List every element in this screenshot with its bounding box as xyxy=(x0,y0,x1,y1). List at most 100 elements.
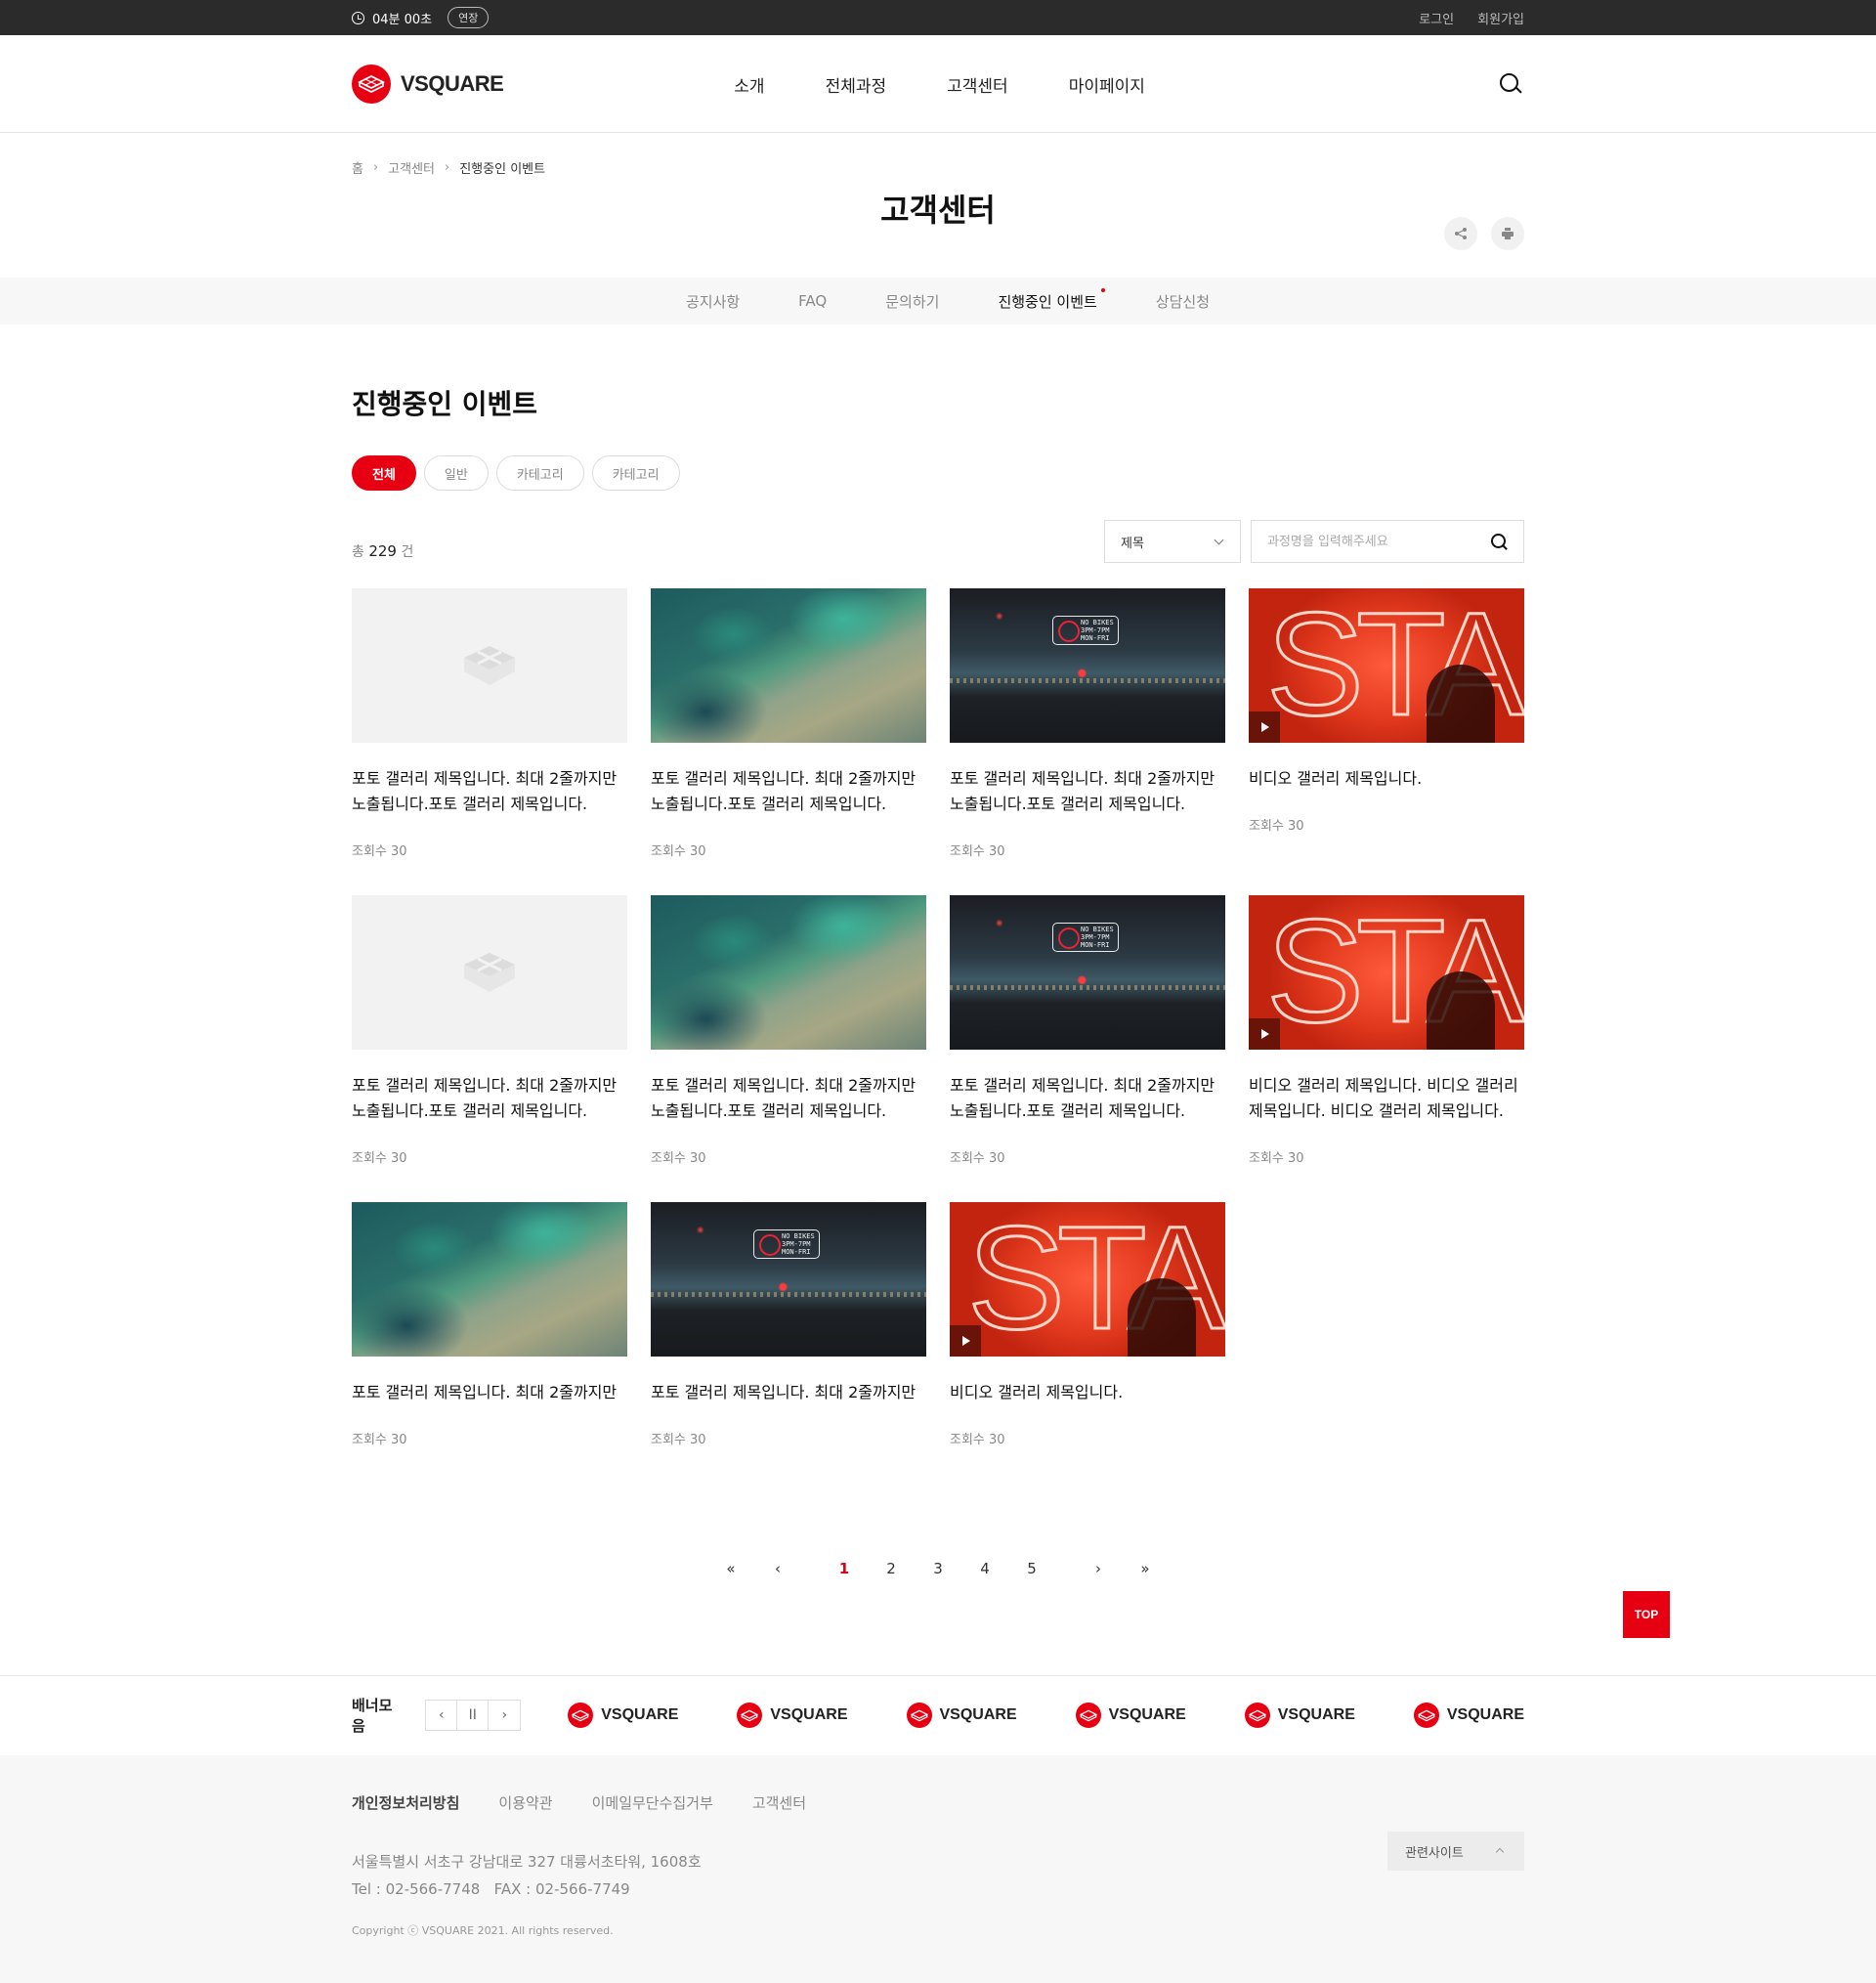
page-1[interactable]: 1 xyxy=(821,1560,868,1577)
banner-pause-button[interactable]: II xyxy=(457,1701,490,1730)
tab-inquiry[interactable]: 문의하기 xyxy=(885,291,939,312)
card-title[interactable]: 비디오 갤러리 제목입니다. 비디오 갤러리 제목입니다. 비디오 갤러리 제목… xyxy=(1249,1073,1524,1124)
footer-link-support[interactable]: 고객센터 xyxy=(752,1792,806,1813)
banner-logo-text: VSQUARE xyxy=(1446,1706,1524,1723)
event-card[interactable]: NO BIKES 3PM-7PM MON-FRI 포토 갤러리 제목입니다. 최대… xyxy=(651,1202,926,1509)
page-5[interactable]: 5 xyxy=(1008,1560,1055,1577)
card-thumbnail[interactable]: NO BIKES 3PM-7PM MON-FRI xyxy=(651,1202,926,1357)
search-input[interactable] xyxy=(1267,534,1482,549)
card-thumbnail[interactable]: STAR xyxy=(950,1202,1225,1357)
extend-session-button[interactable]: 연장 xyxy=(448,7,490,28)
card-thumbnail[interactable] xyxy=(352,1202,627,1357)
event-card[interactable]: 포토 갤러리 제목입니다. 최대 2줄까지만 노출됩니다.포토 갤러리 제목입니… xyxy=(651,588,926,895)
chip-category-2[interactable]: 카테고리 xyxy=(591,455,680,491)
chip-general[interactable]: 일반 xyxy=(423,455,489,491)
search-box xyxy=(1251,520,1524,563)
event-card[interactable]: STAR 비디오 갤러리 제목입니다. 비디오 갤러리 제목입니다. 비디오 갤러… xyxy=(1249,895,1524,1202)
banner-logo-item[interactable]: VSQUARE xyxy=(737,1703,848,1728)
card-view-count: 조회수 30 xyxy=(950,1151,1005,1166)
card-thumbnail[interactable]: STAR xyxy=(1249,895,1524,1050)
company-phone: Tel : 02-566-7748 FAX : 02-566-7749 xyxy=(352,1880,630,1898)
card-title[interactable]: 포토 갤러리 제목입니다. 최대 2줄까지만 노출됩니다.포토 갤러리 제목입니… xyxy=(950,1073,1225,1124)
banner-prev-button[interactable]: ‹ xyxy=(426,1701,458,1730)
card-thumbnail[interactable] xyxy=(651,588,926,743)
event-card[interactable]: NO BIKES 3PM-7PM MON-FRI 포토 갤러리 제목입니다. 최대… xyxy=(950,588,1225,895)
chip-all[interactable]: 전체 xyxy=(352,455,416,491)
event-card[interactable]: 포토 갤러리 제목입니다. 최대 2줄까지만조회수 30 xyxy=(352,1202,627,1509)
event-card[interactable]: NO BIKES 3PM-7PM MON-FRI 포토 갤러리 제목입니다. 최대… xyxy=(950,895,1225,1202)
page-3[interactable]: 3 xyxy=(915,1560,961,1577)
banner-logo-item[interactable]: VSQUARE xyxy=(1413,1703,1524,1728)
card-view-count: 조회수 30 xyxy=(950,1433,1005,1447)
page-4[interactable]: 4 xyxy=(961,1560,1008,1577)
event-card[interactable]: STAR 비디오 갤러리 제목입니다. 조회수 30 xyxy=(950,1202,1225,1509)
card-title[interactable]: 비디오 갤러리 제목입니다. xyxy=(950,1380,1225,1405)
scroll-top-button[interactable]: TOP xyxy=(1623,1591,1670,1638)
tab-consult[interactable]: 상담신청 xyxy=(1156,291,1210,312)
card-title[interactable]: 포토 갤러리 제목입니다. 최대 2줄까지만 xyxy=(651,1380,926,1405)
play-icon[interactable] xyxy=(1249,1018,1280,1050)
play-icon[interactable] xyxy=(1249,711,1280,743)
card-title[interactable]: 포토 갤러리 제목입니다. 최대 2줄까지만 노출됩니다.포토 갤러리 제목입니… xyxy=(352,766,627,817)
card-title[interactable]: 포토 갤러리 제목입니다. 최대 2줄까지만 xyxy=(352,1380,627,1405)
page-next-button[interactable]: › xyxy=(1075,1560,1122,1577)
event-card[interactable]: 포토 갤러리 제목입니다. 최대 2줄까지만 노출됩니다.포토 갤러리 제목입니… xyxy=(352,588,627,895)
search-filters: 제목 xyxy=(1104,520,1524,563)
card-thumbnail[interactable]: STAR xyxy=(1249,588,1524,743)
logo-icon xyxy=(568,1703,594,1728)
banner-logo-item[interactable]: VSQUARE xyxy=(906,1703,1017,1728)
search-type-select[interactable]: 제목 xyxy=(1104,520,1241,563)
footer-link-terms[interactable]: 이용약관 xyxy=(498,1792,552,1813)
card-view-count: 조회수 30 xyxy=(651,844,706,859)
footer-link-email-refusal[interactable]: 이메일무단수집거부 xyxy=(592,1792,713,1813)
chevron-right-icon: › xyxy=(445,159,450,175)
card-thumbnail[interactable]: NO BIKES 3PM-7PM MON-FRI xyxy=(950,895,1225,1050)
search-icon[interactable] xyxy=(1490,533,1510,552)
card-thumbnail[interactable]: NO BIKES 3PM-7PM MON-FRI xyxy=(950,588,1225,743)
card-title[interactable]: 포토 갤러리 제목입니다. 최대 2줄까지만 노출됩니다.포토 갤러리 제목입니… xyxy=(651,1073,926,1124)
play-icon[interactable] xyxy=(950,1325,981,1357)
nav-item-courses[interactable]: 전체과정 xyxy=(826,72,887,97)
card-title[interactable]: 포토 갤러리 제목입니다. 최대 2줄까지만 노출됩니다.포토 갤러리 제목입니… xyxy=(950,766,1225,817)
page-heading: 홈 › 고객센터 › 진행중인 이벤트 고객센터 xyxy=(352,158,1524,250)
related-sites-select[interactable]: 관련사이트 xyxy=(1387,1832,1524,1871)
page-2[interactable]: 2 xyxy=(868,1560,915,1577)
login-link[interactable]: 로그인 xyxy=(1419,9,1454,27)
nav-item-intro[interactable]: 소개 xyxy=(734,72,764,97)
share-icon[interactable] xyxy=(1444,217,1477,250)
nav-item-mypage[interactable]: 마이페이지 xyxy=(1069,72,1145,97)
total-number: 229 xyxy=(368,542,397,560)
event-card[interactable]: 포토 갤러리 제목입니다. 최대 2줄까지만 노출됩니다.포토 갤러리 제목입니… xyxy=(352,895,627,1202)
chip-category-1[interactable]: 카테고리 xyxy=(495,455,584,491)
card-title[interactable]: 비디오 갤러리 제목입니다. xyxy=(1249,766,1524,792)
city-lights xyxy=(950,678,1225,683)
page-last-button[interactable]: » xyxy=(1122,1560,1169,1577)
card-title[interactable]: 포토 갤러리 제목입니다. 최대 2줄까지만 노출됩니다.포토 갤러리 제목입니… xyxy=(352,1073,627,1124)
banner-logo-item[interactable]: VSQUARE xyxy=(568,1703,678,1728)
event-card[interactable]: STAR 비디오 갤러리 제목입니다. 조회수 30 xyxy=(1249,588,1524,895)
event-card[interactable]: 포토 갤러리 제목입니다. 최대 2줄까지만 노출됩니다.포토 갤러리 제목입니… xyxy=(651,895,926,1202)
card-view-count: 조회수 30 xyxy=(352,1433,407,1447)
page-prev-button[interactable]: ‹ xyxy=(754,1560,801,1577)
person-silhouette xyxy=(1128,1278,1196,1357)
tab-events[interactable]: 진행중인 이벤트 xyxy=(998,287,1105,312)
signup-link[interactable]: 회원가입 xyxy=(1477,9,1524,27)
card-thumbnail[interactable] xyxy=(352,895,627,1050)
nav-item-support[interactable]: 고객센터 xyxy=(947,72,1008,97)
tab-faq[interactable]: FAQ xyxy=(798,292,827,310)
breadcrumb-support[interactable]: 고객센터 xyxy=(388,158,435,177)
footer-link-privacy[interactable]: 개인정보처리방침 xyxy=(352,1792,459,1813)
print-icon[interactable] xyxy=(1491,217,1524,250)
banner-logo-item[interactable]: VSQUARE xyxy=(1075,1703,1186,1728)
site-logo[interactable]: VSQUARE xyxy=(352,65,504,104)
search-icon[interactable] xyxy=(1497,70,1524,98)
banner-logo-item[interactable]: VSQUARE xyxy=(1244,1703,1355,1728)
banner-next-button[interactable]: › xyxy=(489,1701,520,1730)
card-thumbnail[interactable] xyxy=(352,588,627,743)
card-thumbnail[interactable] xyxy=(651,895,926,1050)
page-first-button[interactable]: « xyxy=(707,1560,754,1577)
card-title[interactable]: 포토 갤러리 제목입니다. 최대 2줄까지만 노출됩니다.포토 갤러리 제목입니… xyxy=(651,766,926,817)
breadcrumb-home[interactable]: 홈 xyxy=(352,158,363,177)
card-view-count: 조회수 30 xyxy=(352,1151,407,1166)
tab-notice[interactable]: 공지사항 xyxy=(686,291,740,312)
